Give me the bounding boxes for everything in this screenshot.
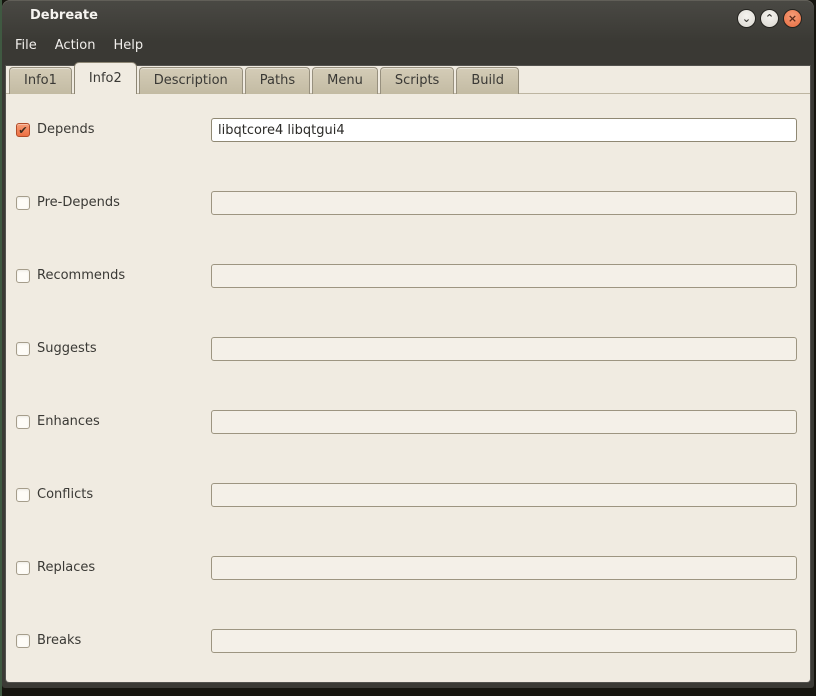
suggests-checkbox[interactable] xyxy=(16,342,30,356)
form-row-enhances: Enhances xyxy=(6,410,810,434)
tab-label: Menu xyxy=(327,73,363,88)
tab-description[interactable]: Description xyxy=(138,67,243,94)
minimize-icon: ⌄ xyxy=(741,12,752,25)
pre-depends-label: Pre-Depends xyxy=(37,195,120,210)
breaks-checkbox[interactable] xyxy=(16,634,30,648)
tab-paths[interactable]: Paths xyxy=(244,67,311,94)
recommends-input[interactable] xyxy=(211,264,797,288)
tab-label: Paths xyxy=(259,73,296,88)
window-controls: ⌄ ⌃ × xyxy=(737,9,802,28)
tab-build[interactable]: Build xyxy=(456,67,519,94)
titlebar[interactable]: Debreate ⌄ ⌃ × xyxy=(2,0,814,33)
form-row-depends: ✔ Depends xyxy=(6,118,810,142)
depends-input[interactable] xyxy=(211,118,797,142)
tab-label: Description xyxy=(153,73,228,88)
menu-help[interactable]: Help xyxy=(104,35,152,56)
form-row-replaces: Replaces xyxy=(6,556,810,580)
maximize-icon: ⌃ xyxy=(764,12,775,25)
tab-info2[interactable]: Info2 xyxy=(73,62,137,94)
tab-label: Scripts xyxy=(394,73,440,88)
suggests-input[interactable] xyxy=(211,337,797,361)
replaces-checkbox[interactable] xyxy=(16,561,30,575)
menu-action[interactable]: Action xyxy=(46,35,105,56)
notebook-panel: ✔ Depends Pre-Depends Recommends Suggest… xyxy=(6,66,810,682)
close-icon: × xyxy=(787,12,798,25)
recommends-label: Recommends xyxy=(37,268,126,283)
tab-scripts[interactable]: Scripts xyxy=(379,67,455,94)
maximize-button[interactable]: ⌃ xyxy=(760,9,779,28)
conflicts-checkbox[interactable] xyxy=(16,488,30,502)
conflicts-label: Conflicts xyxy=(37,487,94,502)
tab-info1[interactable]: Info1 xyxy=(9,67,72,94)
close-button[interactable]: × xyxy=(783,9,802,28)
form-row-breaks: Breaks xyxy=(6,629,810,653)
depends-label: Depends xyxy=(37,122,95,137)
tab-label: Build xyxy=(471,73,504,88)
window-title: Debreate xyxy=(30,8,98,23)
tab-label: Info2 xyxy=(88,71,122,86)
suggests-label: Suggests xyxy=(37,341,97,356)
tab-bar: Info1 Info2 Description Paths Menu Scrip… xyxy=(9,62,521,94)
depends-checkbox[interactable]: ✔ xyxy=(16,123,30,137)
form-row-recommends: Recommends xyxy=(6,264,810,288)
conflicts-input[interactable] xyxy=(211,483,797,507)
form-row-conflicts: Conflicts xyxy=(6,483,810,507)
breaks-input[interactable] xyxy=(211,629,797,653)
tab-menu[interactable]: Menu xyxy=(312,67,378,94)
menubar: File Action Help xyxy=(6,33,152,57)
replaces-input[interactable] xyxy=(211,556,797,580)
checkmark-icon: ✔ xyxy=(18,123,28,137)
form-row-suggests: Suggests xyxy=(6,337,810,361)
enhances-label: Enhances xyxy=(37,414,100,429)
replaces-label: Replaces xyxy=(37,560,96,575)
pre-depends-checkbox[interactable] xyxy=(16,196,30,210)
minimize-button[interactable]: ⌄ xyxy=(737,9,756,28)
app-window: Debreate ⌄ ⌃ × File Action Help ✔ Depend… xyxy=(2,0,814,688)
enhances-checkbox[interactable] xyxy=(16,415,30,429)
enhances-input[interactable] xyxy=(211,410,797,434)
form-row-pre-depends: Pre-Depends xyxy=(6,191,810,215)
pre-depends-input[interactable] xyxy=(211,191,797,215)
tab-label: Info1 xyxy=(24,73,57,88)
breaks-label: Breaks xyxy=(37,633,82,648)
recommends-checkbox[interactable] xyxy=(16,269,30,283)
menu-file[interactable]: File xyxy=(6,35,46,56)
